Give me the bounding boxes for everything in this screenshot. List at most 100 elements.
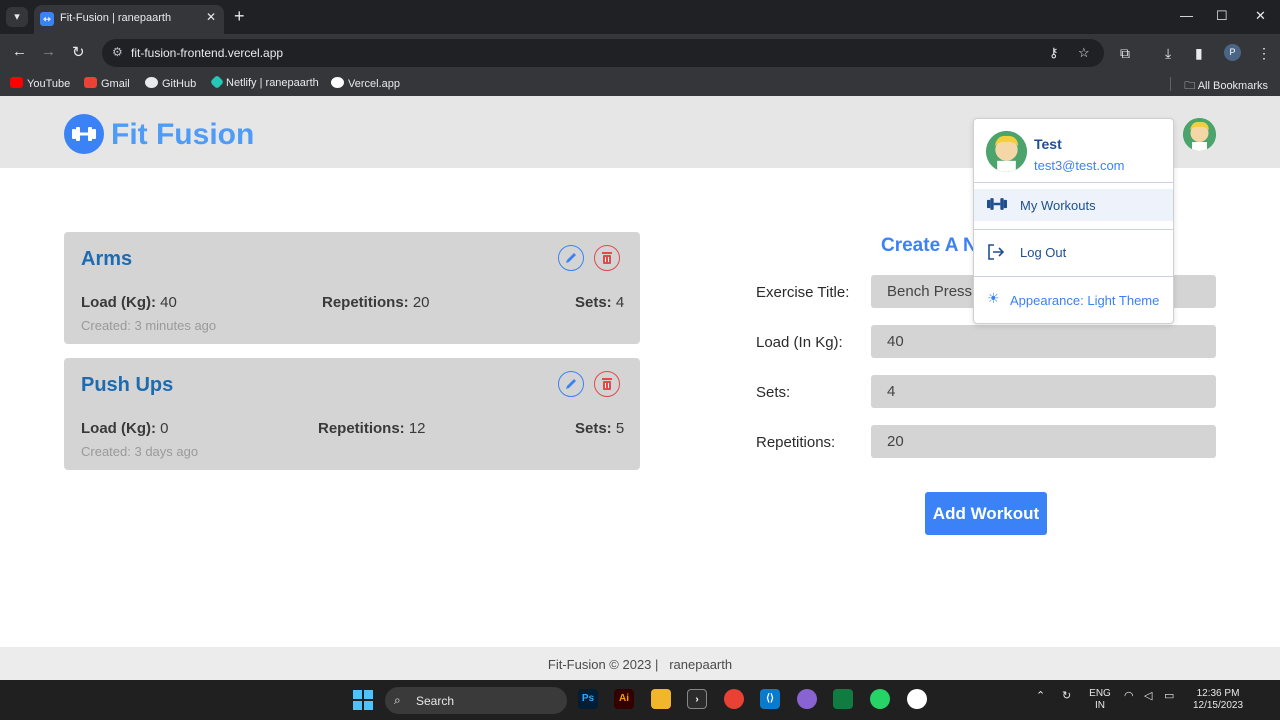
browser-tab[interactable]: ⇿ Fit-Fusion | ranepaarth ✕ (34, 5, 224, 34)
tray-chevron-icon[interactable]: ⌃ (1036, 689, 1045, 702)
battery-icon[interactable]: ▭ (1164, 689, 1174, 702)
menu-icon[interactable]: ⋮ (1257, 45, 1271, 62)
sets-label: Sets: (756, 384, 791, 401)
app-footer: Fit-Fusion © 2023 | ranepaarth (0, 647, 1280, 680)
windows-taskbar: ⌕ Search Ps Ai › ⟨⟩ ⌃ ↻ ENG IN ◠ ◁ ▭ 12:… (0, 680, 1280, 720)
sun-icon: ☀ (987, 290, 1000, 306)
bookmark-netlify[interactable]: Netlify | ranepaarth (209, 74, 319, 90)
search-label: Search (416, 694, 455, 708)
menu-item-label: Appearance: Light Theme (1010, 293, 1160, 308)
add-workout-button[interactable]: Add Workout (925, 492, 1047, 535)
delete-workout-button[interactable] (594, 245, 620, 271)
taskbar-search[interactable]: ⌕ Search (385, 687, 567, 714)
volume-icon[interactable]: ◁ (1144, 689, 1152, 702)
side-panel-icon[interactable]: ▮ (1195, 45, 1203, 62)
github-icon (145, 77, 158, 88)
trash-icon (602, 252, 612, 264)
load-label: Load (In Kg): (756, 334, 843, 351)
address-bar[interactable]: ⚙ fit-fusion-frontend.vercel.app ⚷ ☆ (102, 39, 1104, 67)
sets-input[interactable] (871, 375, 1216, 408)
user-avatar-button[interactable] (1183, 118, 1216, 151)
extensions-icon[interactable]: ⧉ (1120, 45, 1130, 62)
sync-icon[interactable]: ↻ (1062, 689, 1071, 702)
github-icon[interactable] (907, 689, 927, 709)
menu-item-appearance[interactable]: ☀ Appearance: Light Theme (974, 284, 1173, 316)
bookmark-star-icon[interactable]: ☆ (1078, 45, 1090, 61)
maximize-icon[interactable]: ☐ (1216, 8, 1228, 24)
bookmark-vercel[interactable]: Vercel.app (331, 77, 400, 90)
workout-created: Created: 3 days ago (81, 444, 199, 459)
workout-load: Load (Kg): 0 (81, 420, 169, 437)
workout-sets: Sets: 5 (575, 420, 625, 437)
photoshop-icon[interactable]: Ps (578, 689, 598, 709)
workout-reps: Repetitions: 20 (322, 294, 430, 311)
brand-title[interactable]: Fit Fusion (111, 118, 254, 152)
tab-title: Fit-Fusion | ranepaarth (60, 12, 172, 24)
all-bookmarks-button[interactable]: 🗀 All Bookmarks (1184, 77, 1268, 96)
chrome-icon[interactable] (724, 689, 744, 709)
browser-tab-strip: ▾ ⇿ Fit-Fusion | ranepaarth ✕ + — ☐ ✕ (0, 0, 1280, 34)
trash-icon (602, 378, 612, 390)
vscode-icon[interactable]: ⟨⟩ (760, 689, 780, 709)
bookmark-github[interactable]: GitHub (145, 77, 196, 90)
bookmark-gmail[interactable]: Gmail (84, 77, 130, 90)
url-text[interactable]: fit-fusion-frontend.vercel.app (131, 46, 283, 60)
divider (974, 229, 1173, 230)
illustrator-icon[interactable]: Ai (614, 689, 634, 709)
user-dropdown-menu: Test test3@test.com My Workouts Log Out … (973, 118, 1174, 324)
edit-workout-button[interactable] (558, 371, 584, 397)
load-input[interactable] (871, 325, 1216, 358)
workout-title: Push Ups (81, 374, 174, 396)
back-icon[interactable]: ← (12, 43, 27, 60)
password-key-icon[interactable]: ⚷ (1049, 45, 1059, 61)
file-explorer-icon[interactable] (651, 689, 671, 709)
youtube-icon (10, 77, 23, 88)
footer-text: Fit-Fusion © 2023 | ranepaarth (547, 657, 733, 672)
close-window-icon[interactable]: ✕ (1255, 8, 1266, 24)
netlify-icon (209, 74, 225, 90)
dumbbell-logo-icon[interactable] (64, 114, 104, 154)
workout-sets: Sets: 4 (575, 294, 625, 311)
workout-created: Created: 3 minutes ago (81, 318, 217, 333)
workout-card: Push Ups Load (Kg): 0 Repetitions: 12 Se… (64, 358, 640, 470)
menu-item-my-workouts[interactable]: My Workouts (974, 189, 1173, 221)
whatsapp-icon[interactable] (870, 689, 890, 709)
terminal-icon[interactable]: › (687, 689, 707, 709)
workout-card: Arms Load (Kg): 40 Repetitions: 20 Sets:… (64, 232, 640, 344)
repetitions-input[interactable] (871, 425, 1216, 458)
close-tab-icon[interactable]: ✕ (206, 10, 216, 24)
divider (974, 182, 1173, 183)
github-desktop-icon[interactable] (797, 689, 817, 709)
download-icon[interactable]: ⤓ (1165, 45, 1171, 62)
reload-icon[interactable]: ↻ (72, 43, 85, 61)
exercise-title-label: Exercise Title: (756, 284, 850, 301)
bookmarks-bar: YouTube Gmail GitHub Netlify | ranepaart… (0, 72, 1280, 96)
workout-title: Arms (81, 248, 133, 270)
clock[interactable]: 12:36 PM 12/15/2023 (1188, 688, 1248, 712)
user-email: test3@test.com (1034, 158, 1125, 173)
dumbbell-icon (987, 198, 1007, 210)
gmail-icon (84, 77, 97, 88)
site-info-icon[interactable]: ⚙ (112, 45, 123, 59)
windows-start-icon[interactable] (353, 690, 373, 710)
profile-avatar[interactable]: P (1224, 44, 1241, 61)
edit-workout-button[interactable] (558, 245, 584, 271)
avatar (986, 131, 1027, 172)
user-name: Test (1034, 136, 1062, 152)
menu-item-label: My Workouts (1020, 198, 1096, 213)
bookmarks-divider (1170, 77, 1171, 91)
divider (974, 276, 1173, 277)
vercel-icon (331, 77, 344, 88)
excel-icon[interactable] (833, 689, 853, 709)
bookmark-youtube[interactable]: YouTube (10, 77, 70, 90)
delete-workout-button[interactable] (594, 371, 620, 397)
tab-search-button[interactable]: ▾ (6, 7, 28, 27)
minimize-icon[interactable]: — (1180, 8, 1193, 23)
language-indicator[interactable]: ENG IN (1088, 688, 1112, 712)
wifi-icon[interactable]: ◠ (1124, 689, 1134, 702)
menu-item-label: Log Out (1020, 245, 1067, 260)
new-tab-button[interactable]: + (234, 6, 245, 26)
menu-item-log-out[interactable]: Log Out (974, 236, 1173, 268)
repetitions-label: Repetitions: (756, 434, 836, 451)
forward-icon[interactable]: → (41, 43, 56, 60)
